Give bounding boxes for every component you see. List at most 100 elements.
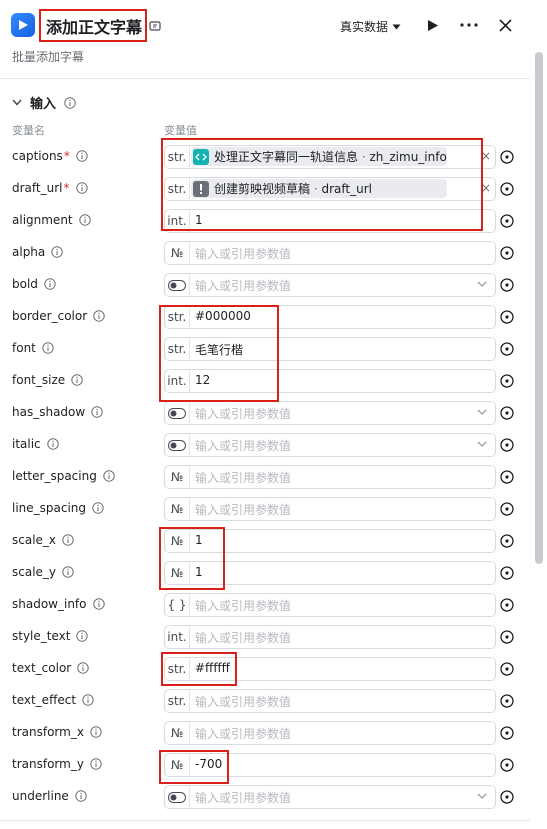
- param-value-field[interactable]: 输入或引用参数值: [164, 785, 496, 809]
- chevron-down-icon[interactable]: [477, 793, 487, 799]
- reference-target-icon[interactable]: [500, 310, 514, 324]
- reference-target-icon[interactable]: [500, 598, 514, 612]
- chevron-down-icon[interactable]: [477, 441, 487, 447]
- clear-reference-button[interactable]: ×: [481, 149, 491, 163]
- param-placeholder: 输入或引用参数值: [195, 695, 292, 709]
- reference-target-icon[interactable]: [500, 374, 514, 388]
- param-value-field[interactable]: str. 处理正文字幕同一轨道信息 · zh_zimu_info ×: [164, 145, 496, 169]
- reference-target-icon[interactable]: [500, 438, 514, 452]
- info-icon: [90, 726, 102, 738]
- param-value-field[interactable]: int. 输入或引用参数值: [164, 625, 496, 649]
- param-name-label: font_size: [12, 373, 66, 387]
- param-value-field[interactable]: № 1: [164, 561, 496, 585]
- chevron-down-icon: [12, 99, 22, 106]
- param-row-style-text: style_text int. 输入或引用参数值: [0, 622, 530, 654]
- reference-target-icon[interactable]: [500, 278, 514, 292]
- param-value-field[interactable]: str. 输入或引用参数值: [164, 689, 496, 713]
- info-icon: [91, 406, 103, 418]
- close-button[interactable]: [494, 14, 516, 36]
- chevron-down-icon[interactable]: [477, 409, 487, 415]
- param-value-field[interactable]: № 1: [164, 529, 496, 553]
- param-name: letter_spacing: [12, 469, 115, 483]
- param-value: 1: [195, 565, 203, 579]
- param-row-underline: underline 输入或引用参数值: [0, 782, 530, 814]
- run-button[interactable]: [422, 14, 444, 36]
- type-badge: str.: [165, 146, 190, 168]
- param-value-field[interactable]: int. 1: [164, 209, 496, 233]
- reference-target-icon[interactable]: [500, 342, 514, 356]
- reference-target-icon[interactable]: [500, 182, 514, 196]
- param-value-field[interactable]: str. #ffffff: [164, 657, 496, 681]
- reference-target-icon[interactable]: [500, 790, 514, 804]
- reference-target-icon[interactable]: [500, 470, 514, 484]
- param-row-text-color: text_color str. #ffffff: [0, 654, 530, 686]
- info-icon: [42, 342, 54, 354]
- reference-separator: ·: [358, 150, 370, 164]
- param-value-field[interactable]: № 输入或引用参数值: [164, 465, 496, 489]
- param-name-label: text_effect: [12, 693, 77, 707]
- data-mode-select[interactable]: 真实数据: [340, 18, 401, 35]
- param-row-alignment: alignment int. 1: [0, 206, 530, 238]
- reference-target-icon[interactable]: [500, 566, 514, 580]
- reference-target-icon[interactable]: [500, 502, 514, 516]
- param-name-label: bold: [12, 277, 38, 291]
- param-value-field[interactable]: № 输入或引用参数值: [164, 721, 496, 745]
- boolean-toggle-icon: [168, 279, 186, 291]
- param-name: alignment: [12, 213, 91, 227]
- chevron-down-icon[interactable]: [477, 281, 487, 287]
- param-row-text-effect: text_effect str. 输入或引用参数值: [0, 686, 530, 718]
- info-icon: [62, 566, 74, 578]
- param-value-field[interactable]: str. #000000: [164, 305, 496, 329]
- app-logo: [11, 13, 35, 37]
- param-placeholder: 输入或引用参数值: [195, 471, 292, 485]
- info-icon: [44, 278, 56, 290]
- reference-separator: ·: [310, 182, 322, 196]
- param-value-field[interactable]: № -700: [164, 753, 496, 777]
- reference-target-icon[interactable]: [500, 246, 514, 260]
- reference-target-icon[interactable]: [500, 694, 514, 708]
- param-value-field[interactable]: 输入或引用参数值: [164, 273, 496, 297]
- info-icon: [46, 438, 59, 450]
- required-mark: *: [63, 181, 70, 195]
- info-icon: [64, 96, 76, 109]
- variable-reference-chip[interactable]: 处理正文字幕同一轨道信息 · zh_zimu_info: [191, 147, 447, 166]
- input-section-toggle[interactable]: 输入: [12, 93, 76, 112]
- param-value-field[interactable]: 输入或引用参数值: [164, 401, 496, 425]
- node-title-box[interactable]: 添加正文字幕: [39, 9, 147, 42]
- edit-icon[interactable]: [149, 20, 161, 32]
- param-row-captions: captions * str. 处理正文字幕同一轨道信息 · zh_zimu_info…: [0, 142, 530, 174]
- param-value-field[interactable]: str. 创建剪映视频草稿 · draft_url ×: [164, 177, 496, 201]
- reference-target-icon[interactable]: [500, 630, 514, 644]
- param-name: alpha: [12, 245, 63, 259]
- scrollbar[interactable]: [535, 52, 543, 564]
- param-value-field[interactable]: № 输入或引用参数值: [164, 497, 496, 521]
- type-badge: №: [165, 498, 190, 520]
- reference-target-icon[interactable]: [500, 214, 514, 228]
- type-badge: str.: [165, 178, 190, 200]
- boolean-toggle-icon: [168, 791, 186, 803]
- type-badge: №: [165, 242, 190, 264]
- info-icon: [93, 310, 105, 322]
- more-icon: [460, 23, 478, 27]
- info-icon: [76, 150, 88, 162]
- reference-target-icon[interactable]: [500, 758, 514, 772]
- reference-target-icon[interactable]: [500, 534, 514, 548]
- info-icon: [92, 502, 104, 514]
- variable-reference-chip[interactable]: 创建剪映视频草稿 · draft_url: [191, 179, 447, 198]
- param-value-field[interactable]: 输入或引用参数值: [164, 433, 496, 457]
- param-value-field[interactable]: № 输入或引用参数值: [164, 241, 496, 265]
- param-row-transform-x: transform_x № 输入或引用参数值: [0, 718, 530, 750]
- info-icon: [77, 662, 89, 674]
- param-value-field[interactable]: { } 输入或引用参数值: [164, 593, 496, 617]
- param-name: line_spacing: [12, 501, 104, 515]
- reference-target-icon[interactable]: [500, 406, 514, 420]
- reference-target-icon[interactable]: [500, 726, 514, 740]
- param-name-label: alignment: [12, 213, 73, 227]
- clear-reference-button[interactable]: ×: [481, 181, 491, 195]
- param-name: text_effect: [12, 693, 94, 707]
- reference-target-icon[interactable]: [500, 662, 514, 676]
- param-value-field[interactable]: int. 12: [164, 369, 496, 393]
- reference-target-icon[interactable]: [500, 150, 514, 164]
- more-button[interactable]: [458, 14, 480, 36]
- param-value-field[interactable]: str. 毛笔行楷: [164, 337, 496, 361]
